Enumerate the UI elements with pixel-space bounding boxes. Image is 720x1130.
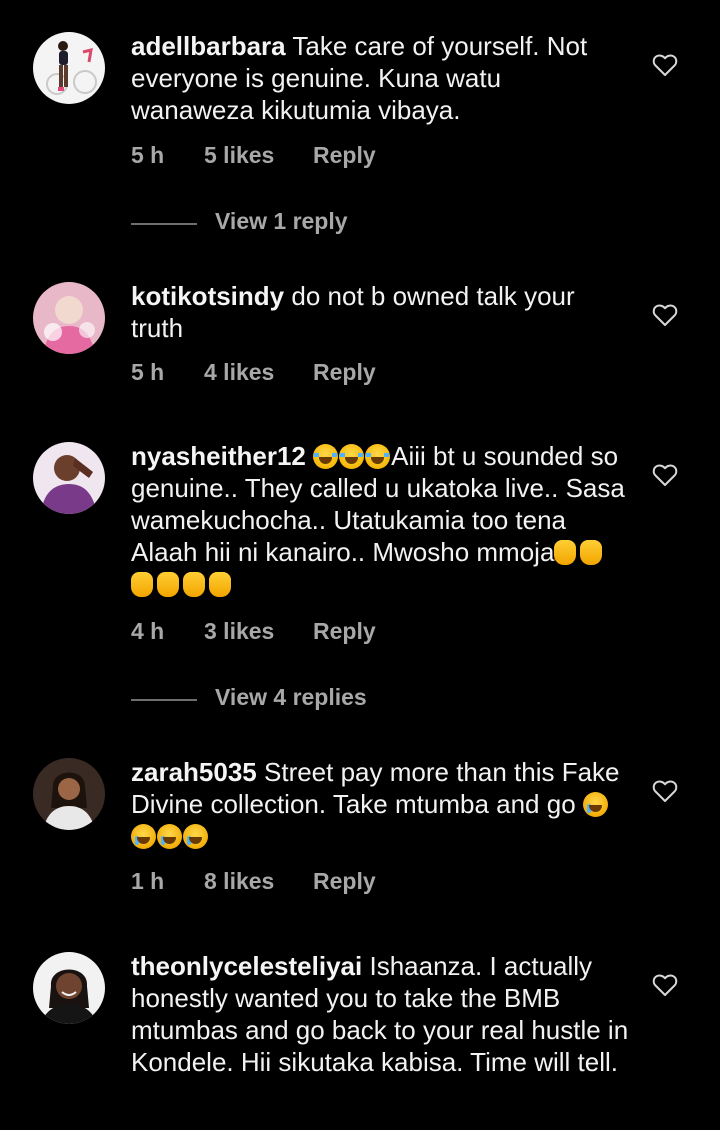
reply-button[interactable]: Reply [313,142,376,169]
view-replies-button[interactable]: View 1 reply [131,208,531,238]
raised-hands-emoji-icon [183,572,205,597]
crying-emoji-icon [183,824,208,849]
comment-username[interactable]: zarah5035 [131,757,257,787]
comment-username[interactable]: nyasheither12 [131,441,306,471]
comment-text: nyasheither12 Aiii bt u sounded so genui… [131,440,631,600]
comment-time: 5 h [131,359,165,385]
heart-icon[interactable] [652,463,678,487]
comment-username[interactable]: theonlycelesteliyai [131,951,362,981]
raised-hands-emoji-icon [554,540,577,565]
laugh-emoji-icon [313,444,339,469]
comment-username[interactable]: kotikotsindy [131,281,284,311]
comment-text: adellbarbara Take care of yourself. Not … [131,30,631,126]
crying-emoji-icon [131,824,156,849]
heart-icon[interactable] [652,779,678,803]
comment-time: 1 h [131,868,165,894]
heart-icon[interactable] [652,303,678,327]
raised-hands-emoji-icon [157,572,179,597]
comment-username[interactable]: adellbarbara [131,31,286,61]
divider [131,223,197,225]
reply-button[interactable]: Reply [313,618,376,645]
laugh-emoji-icon [339,444,365,469]
comment-likes[interactable]: 4 likes [204,359,274,386]
divider [131,699,197,701]
comment-text: kotikotsindy do not b owned talk your tr… [131,280,631,344]
raised-hands-emoji-icon [580,540,603,565]
heart-icon[interactable] [652,973,678,997]
reply-button[interactable]: Reply [313,359,376,386]
comment-text: theonlycelesteliyai Ishaanza. I actually… [131,950,631,1078]
reply-button[interactable]: Reply [313,868,376,895]
avatar[interactable] [33,952,105,1024]
comment-time: 4 h [131,618,165,644]
laugh-emoji-icon [365,444,391,469]
comment-text: zarah5035 Street pay more than this Fake… [131,756,631,852]
view-replies-label[interactable]: View 1 reply [215,208,348,235]
comment-likes[interactable]: 5 likes [204,142,274,169]
avatar[interactable] [33,282,105,354]
view-replies-label[interactable]: View 4 replies [215,684,367,711]
crying-emoji-icon [157,824,182,849]
avatar[interactable] [33,442,105,514]
comment-likes[interactable]: 8 likes [204,868,274,895]
comment-likes[interactable]: 3 likes [204,618,274,645]
comment-time: 5 h [131,142,165,168]
view-replies-button[interactable]: View 4 replies [131,684,531,714]
avatar[interactable] [33,32,105,104]
raised-hands-emoji-icon [209,572,231,597]
heart-icon[interactable] [652,53,678,77]
raised-hands-emoji-icon [131,572,153,597]
crying-emoji-icon [582,792,608,817]
avatar[interactable] [33,758,105,830]
